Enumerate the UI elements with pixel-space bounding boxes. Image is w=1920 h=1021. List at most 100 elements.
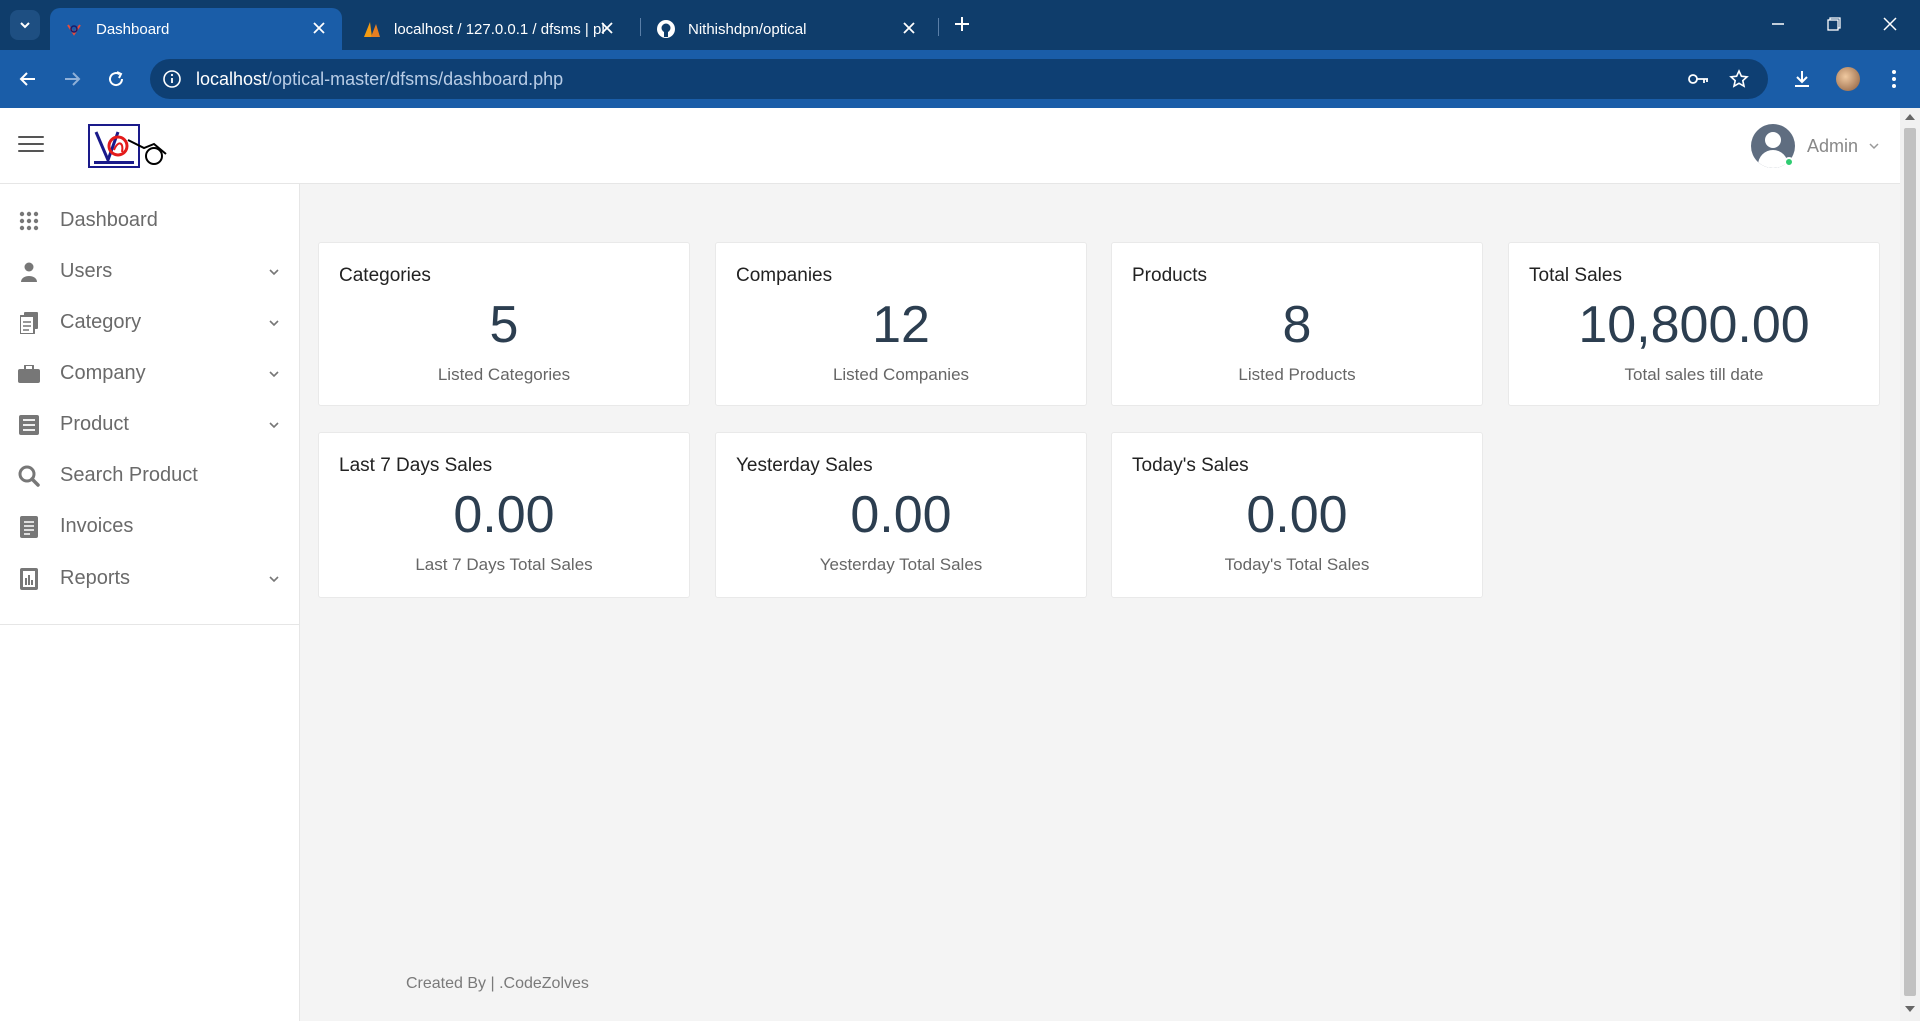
card-subtitle: Listed Companies	[832, 365, 970, 384]
sidebar: Dashboard Users Category Company Product	[0, 184, 300, 1021]
scroll-down-arrow-icon[interactable]	[1905, 1006, 1915, 1012]
address-bar[interactable]: localhost/optical-master/dfsms/dashboard…	[150, 59, 1768, 99]
sidebar-item-label: Product	[60, 413, 129, 435]
app-favicon-icon	[64, 19, 84, 39]
sidebar-item-label: Dashboard	[60, 209, 158, 231]
card-title: Products	[1132, 265, 1207, 286]
card-subtitle: Total sales till date	[1624, 365, 1764, 384]
bookmark-star-icon[interactable]	[1728, 68, 1750, 90]
card-value: 0.00	[1246, 486, 1348, 544]
chevron-down-icon	[20, 22, 30, 29]
menu-toggle-icon[interactable]	[18, 136, 44, 156]
report-icon	[18, 568, 40, 590]
plus-icon	[955, 17, 969, 31]
sidebar-item-label: Reports	[60, 567, 131, 589]
arrow-right-icon	[65, 72, 81, 86]
sidebar-item-search-product[interactable]: Search Product	[0, 450, 300, 501]
close-icon[interactable]	[598, 19, 616, 37]
user-menu[interactable]: Admin	[1750, 124, 1880, 168]
card-companies: Companies 12 Listed Companies	[715, 242, 1087, 406]
scroll-up-arrow-icon[interactable]	[1905, 114, 1915, 120]
chevron-down-icon	[269, 371, 279, 378]
card-title: Yesterday Sales	[736, 455, 873, 476]
close-icon[interactable]	[900, 19, 918, 37]
sidebar-item-label: Users	[60, 260, 113, 282]
card-categories: Categories 5 Listed Categories	[318, 242, 690, 406]
tab-title: localhost / 127.0.0.1 / dfsms | ph	[394, 20, 604, 38]
card-subtitle: Listed Products	[1238, 365, 1356, 384]
card-total-sales: Total Sales 10,800.00 Total sales till d…	[1508, 242, 1880, 406]
sidebar-item-reports[interactable]: Reports	[0, 553, 300, 604]
password-key-icon[interactable]	[1688, 68, 1710, 90]
chevron-down-icon	[269, 422, 279, 429]
files-icon	[18, 312, 40, 334]
card-title: Total Sales	[1529, 265, 1622, 286]
new-tab-button[interactable]	[950, 12, 974, 36]
close-window-button[interactable]	[1878, 12, 1902, 36]
brand-logo[interactable]	[88, 124, 168, 170]
card-subtitle: Listed Categories	[437, 365, 571, 384]
card-title: Companies	[736, 265, 833, 286]
reload-icon	[109, 71, 124, 87]
close-icon	[1883, 17, 1897, 31]
sidebar-item-product[interactable]: Product	[0, 399, 300, 450]
sidebar-item-label: Search Product	[60, 464, 198, 486]
chevron-down-icon	[269, 320, 279, 327]
list-icon	[18, 414, 40, 436]
sidebar-item-label: Invoices	[60, 515, 134, 537]
sidebar-item-invoices[interactable]: Invoices	[0, 501, 300, 552]
card-yesterday-sales: Yesterday Sales 0.00 Yesterday Total Sal…	[715, 432, 1087, 598]
card-value: 5	[489, 296, 519, 354]
tab-title: Nithishdpn/optical	[688, 20, 807, 38]
card-subtitle: Today's Total Sales	[1224, 555, 1370, 574]
page-scrollbar[interactable]	[1900, 108, 1920, 1021]
sidebar-item-company[interactable]: Company	[0, 348, 300, 399]
browser-toolbar: localhost/optical-master/dfsms/dashboard…	[0, 50, 1920, 108]
card-value: 8	[1282, 296, 1312, 354]
tab-separator	[640, 18, 641, 36]
downloads-button[interactable]	[1788, 65, 1816, 93]
invoice-icon	[18, 516, 40, 538]
close-icon[interactable]	[310, 19, 328, 37]
tab-title: Dashboard	[96, 20, 170, 38]
reload-button[interactable]	[102, 65, 130, 93]
minimize-button[interactable]	[1766, 12, 1790, 36]
browser-menu-button[interactable]	[1880, 65, 1908, 93]
card-value: 0.00	[453, 486, 555, 544]
minimize-icon	[1772, 23, 1784, 25]
card-title: Last 7 Days Sales	[339, 455, 493, 476]
card-subtitle: Last 7 Days Total Sales	[415, 555, 593, 574]
chevron-down-icon	[1869, 143, 1879, 150]
tab-phpmyadmin[interactable]: localhost / 127.0.0.1 / dfsms | ph	[348, 8, 630, 50]
sidebar-divider	[0, 624, 300, 625]
sidebar-item-dashboard[interactable]: Dashboard	[0, 195, 300, 246]
user-name: Admin	[1806, 135, 1858, 156]
card-value: 10,800.00	[1578, 296, 1810, 354]
app-header: Admin	[0, 108, 1900, 184]
card-products: Products 8 Listed Products	[1111, 242, 1483, 406]
more-vertical-icon	[1892, 70, 1896, 88]
profile-button[interactable]	[1834, 65, 1862, 93]
site-info-icon[interactable]	[162, 69, 182, 89]
browser-tab-bar: Dashboard localhost / 127.0.0.1 / dfsms …	[0, 0, 1920, 50]
sidebar-item-label: Company	[60, 362, 146, 384]
sidebar-item-users[interactable]: Users	[0, 246, 300, 297]
tab-separator	[938, 18, 939, 36]
forward-button[interactable]	[58, 65, 86, 93]
download-icon	[1795, 71, 1809, 87]
search-icon	[18, 465, 40, 487]
sidebar-item-category[interactable]: Category	[0, 297, 300, 348]
restore-button[interactable]	[1822, 12, 1846, 36]
grid-icon	[18, 210, 40, 232]
profile-avatar	[1836, 67, 1860, 91]
tab-dashboard[interactable]: Dashboard	[50, 8, 342, 50]
sidebar-item-label: Category	[60, 311, 142, 333]
card-title: Categories	[339, 265, 431, 286]
back-button[interactable]	[14, 65, 42, 93]
footer-credit: Created By | .CodeZolves	[406, 975, 589, 992]
url-text[interactable]: localhost/optical-master/dfsms/dashboard…	[196, 69, 563, 90]
tab-search-button[interactable]	[10, 10, 40, 40]
chevron-down-icon	[269, 269, 279, 276]
tab-github[interactable]: Nithishdpn/optical	[642, 8, 932, 50]
scrollbar-thumb[interactable]	[1904, 128, 1916, 996]
